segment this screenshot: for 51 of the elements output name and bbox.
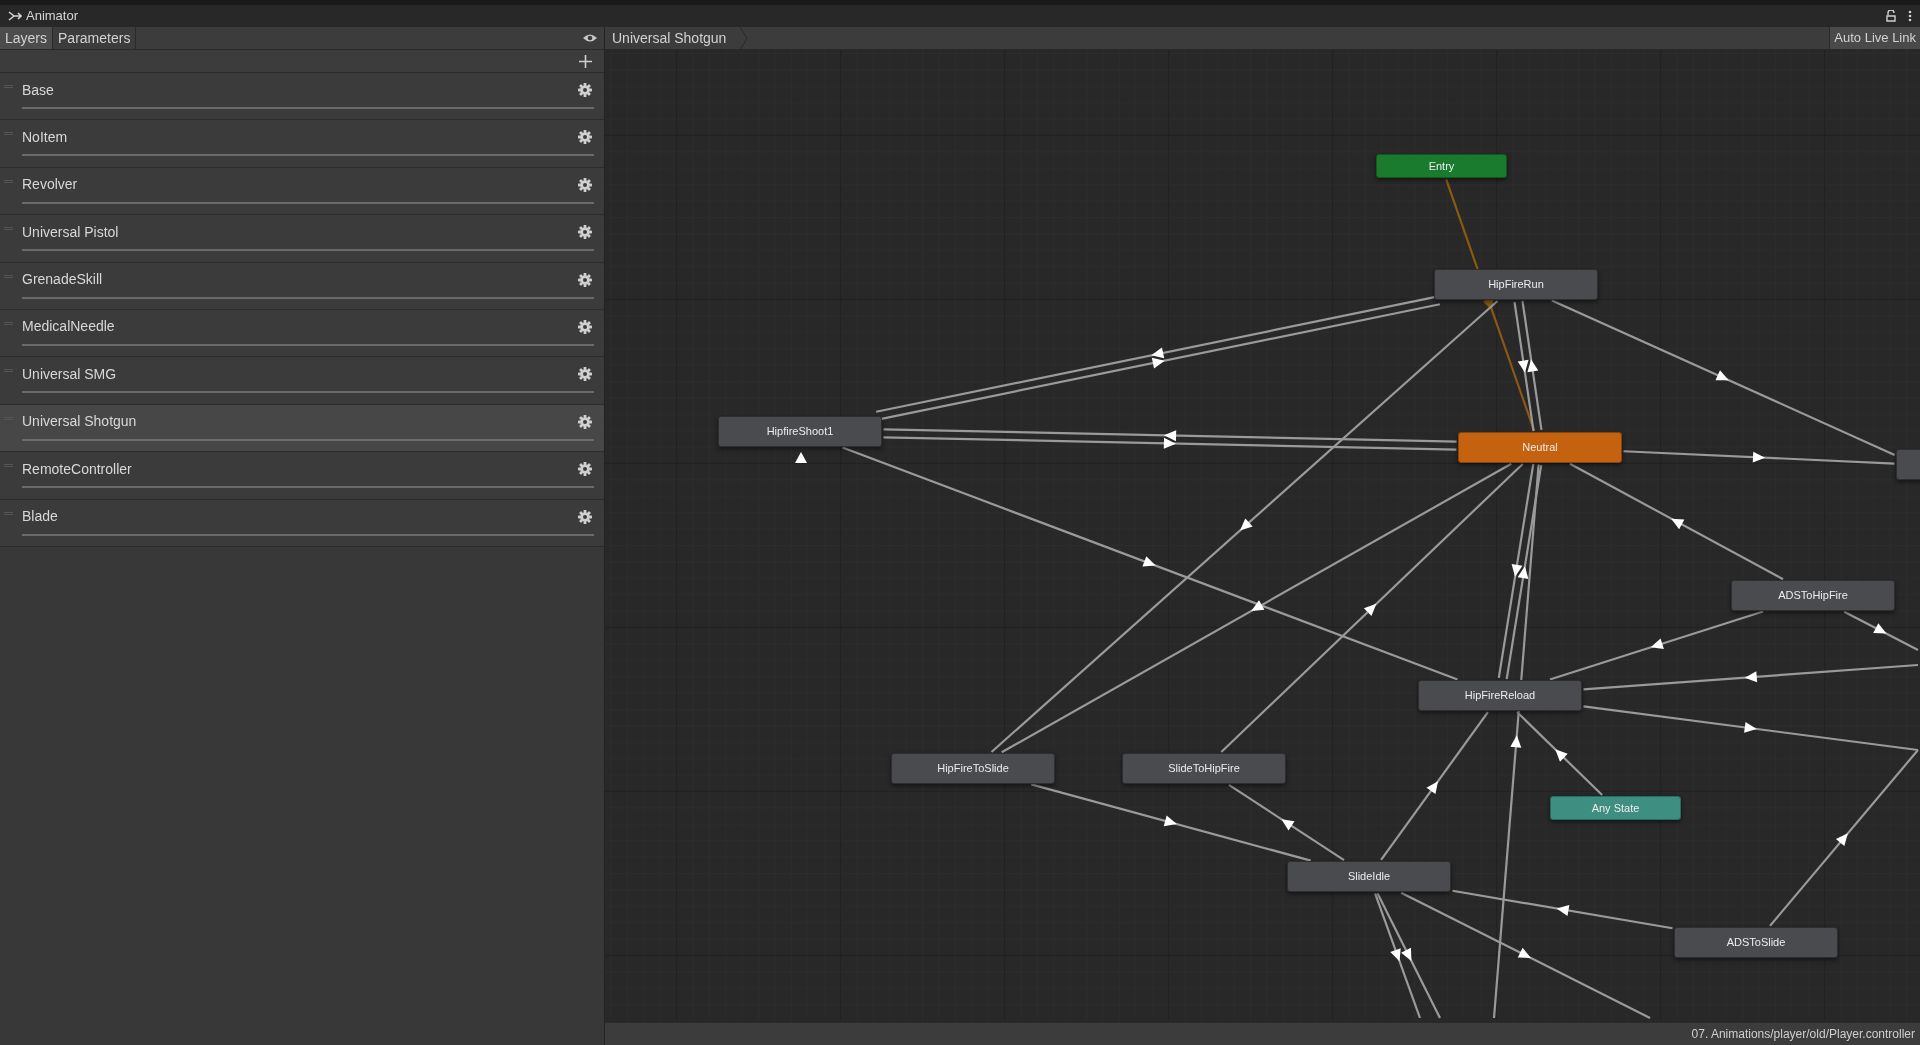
eye-icon[interactable] <box>582 33 598 43</box>
transition-arrow[interactable] <box>1228 783 1345 862</box>
settings-icon[interactable] <box>578 509 592 524</box>
settings-icon[interactable] <box>578 319 592 334</box>
panel-tab[interactable]: Layers <box>0 27 54 49</box>
layer-name: Universal Shotgun <box>22 412 137 432</box>
transition-arrow[interactable] <box>1521 300 1543 431</box>
transition-arrow[interactable] <box>1374 893 1422 1019</box>
settings-icon[interactable] <box>578 225 592 240</box>
settings-icon[interactable] <box>578 367 592 382</box>
layer-name: MedicalNeedle <box>22 317 115 337</box>
transition-arrowhead-icon[interactable] <box>795 452 807 463</box>
transition-arrow[interactable] <box>1843 610 1919 651</box>
settings-icon[interactable] <box>578 462 592 477</box>
settings-icon[interactable] <box>578 177 592 192</box>
layer-name: Universal SMG <box>22 364 117 384</box>
layer-row[interactable]: Universal Shotgun <box>0 404 604 453</box>
state-node[interactable]: SlideToHipFire <box>1122 753 1286 784</box>
state-node[interactable]: HipFireToSlide <box>891 753 1055 784</box>
layer-name: Blade <box>22 507 58 526</box>
state-node[interactable]: ADSToHipFire <box>1731 580 1895 611</box>
auto-live-link-button[interactable]: Auto Live Link <box>1829 27 1920 49</box>
entry-node[interactable]: Entry <box>1376 154 1507 178</box>
state-node[interactable]: HipFireRun <box>1434 269 1598 300</box>
transition-arrow[interactable] <box>1031 783 1311 862</box>
layer-name: NoItem <box>22 127 68 147</box>
transition-arrow[interactable] <box>1513 301 1535 432</box>
transition-arrow[interactable] <box>1516 711 1603 796</box>
status-path: 07. Animations/player/old/Player.controller <box>1691 1026 1915 1043</box>
settings-icon[interactable] <box>578 414 592 429</box>
state-node[interactable]: ADSToSlide <box>1674 927 1838 958</box>
layer-name: Universal Pistol <box>22 222 119 242</box>
state-node[interactable]: HipfireShoot1 <box>718 416 882 447</box>
animator-icon <box>8 10 22 22</box>
add-icon[interactable] <box>579 54 592 68</box>
layer-name: RemoteController <box>22 459 132 479</box>
layer-name: Base <box>22 80 54 100</box>
settings-icon[interactable] <box>578 83 592 97</box>
state-node[interactable]: Neutral <box>1458 432 1622 463</box>
settings-icon[interactable] <box>578 130 592 145</box>
window-title: Animator <box>26 7 79 26</box>
layer-name: GrenadeSkill <box>22 270 103 290</box>
state-node[interactable]: HipFireReload <box>1418 680 1582 711</box>
transition-arrow[interactable] <box>1549 610 1764 681</box>
more-options-icon[interactable] <box>1908 10 1912 22</box>
settings-icon[interactable] <box>578 272 592 287</box>
transition-arrow[interactable] <box>1376 892 1441 1019</box>
layer-name: Revolver <box>22 175 78 195</box>
state-node[interactable]: SlideIdle <box>1287 861 1451 892</box>
lock-icon[interactable] <box>1886 10 1896 22</box>
transition-arrow[interactable] <box>1623 450 1895 465</box>
